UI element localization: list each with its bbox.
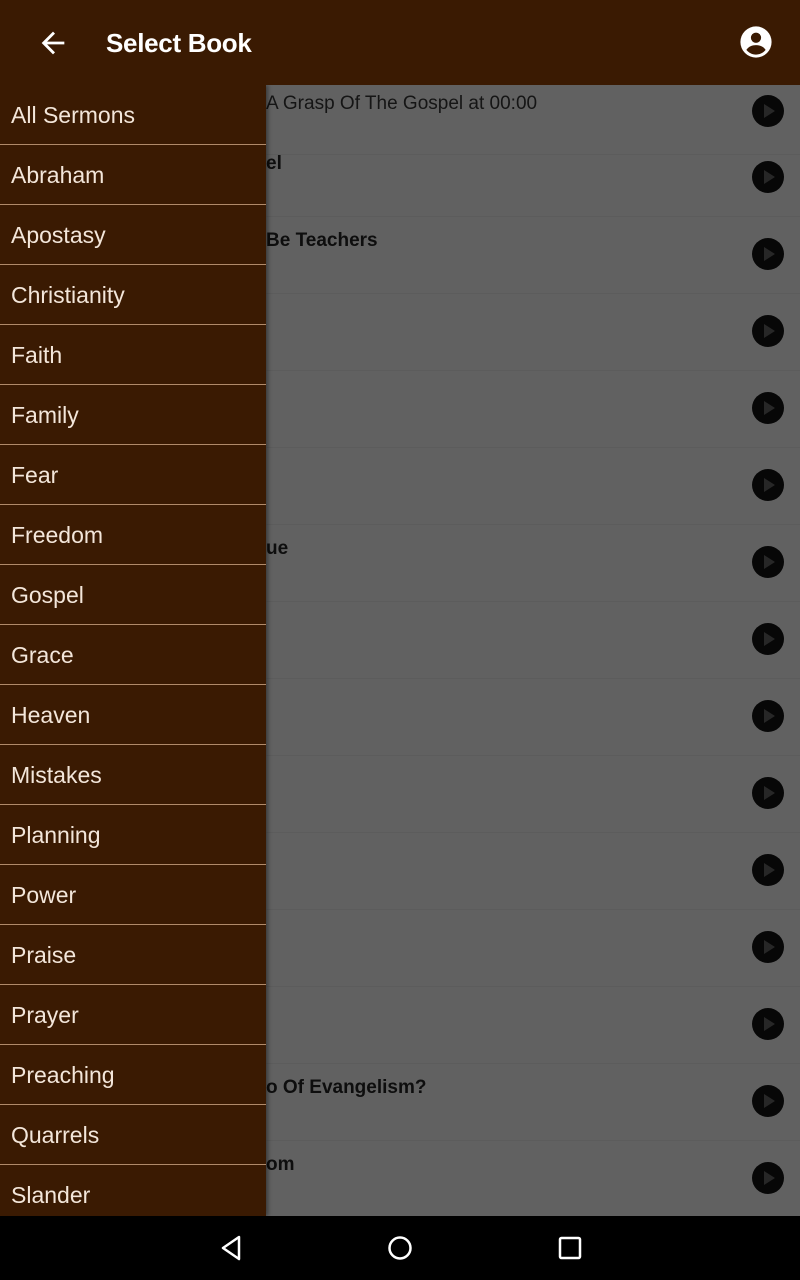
system-navigation-bar xyxy=(0,1216,800,1280)
nav-home-icon xyxy=(388,1236,412,1260)
drawer-item-apostasy[interactable]: Apostasy xyxy=(0,205,266,265)
arrow-left-icon xyxy=(41,31,65,55)
drawer-item-freedom[interactable]: Freedom xyxy=(0,505,266,565)
drawer-item-fear[interactable]: Fear xyxy=(0,445,266,505)
nav-back-icon xyxy=(221,1235,241,1261)
drawer-item-prayer[interactable]: Prayer xyxy=(0,985,266,1045)
nav-back-button[interactable] xyxy=(215,1232,247,1264)
book-drawer: All Sermons Abraham Apostasy Christianity Fa… xyxy=(0,85,266,1216)
drawer-item-praise[interactable]: Praise xyxy=(0,925,266,985)
drawer-item-heaven[interactable]: Heaven xyxy=(0,685,266,745)
drawer-item-christianity[interactable]: Christianity xyxy=(0,265,266,325)
nav-recents-icon xyxy=(558,1236,582,1260)
drawer-item-all-sermons[interactable]: All Sermons xyxy=(0,85,266,145)
page-title: Select Book xyxy=(106,28,252,58)
account-button[interactable] xyxy=(739,25,773,59)
nav-home-button[interactable] xyxy=(384,1232,416,1264)
drawer-item-family[interactable]: Family xyxy=(0,385,266,445)
drawer-item-slander[interactable]: Slander xyxy=(0,1165,266,1216)
account-circle-icon xyxy=(740,26,772,58)
drawer-item-planning[interactable]: Planning xyxy=(0,805,266,865)
drawer-item-mistakes[interactable]: Mistakes xyxy=(0,745,266,805)
drawer-item-power[interactable]: Power xyxy=(0,865,266,925)
back-button[interactable] xyxy=(36,26,70,60)
drawer-item-faith[interactable]: Faith xyxy=(0,325,266,385)
drawer-item-quarrels[interactable]: Quarrels xyxy=(0,1105,266,1165)
drawer-item-preaching[interactable]: Preaching xyxy=(0,1045,266,1105)
drawer-item-grace[interactable]: Grace xyxy=(0,625,266,685)
nav-recents-button[interactable] xyxy=(554,1232,586,1264)
drawer-item-gospel[interactable]: Gospel xyxy=(0,565,266,625)
drawer-item-abraham[interactable]: Abraham xyxy=(0,145,266,205)
app-bar: Select Book xyxy=(0,0,800,85)
